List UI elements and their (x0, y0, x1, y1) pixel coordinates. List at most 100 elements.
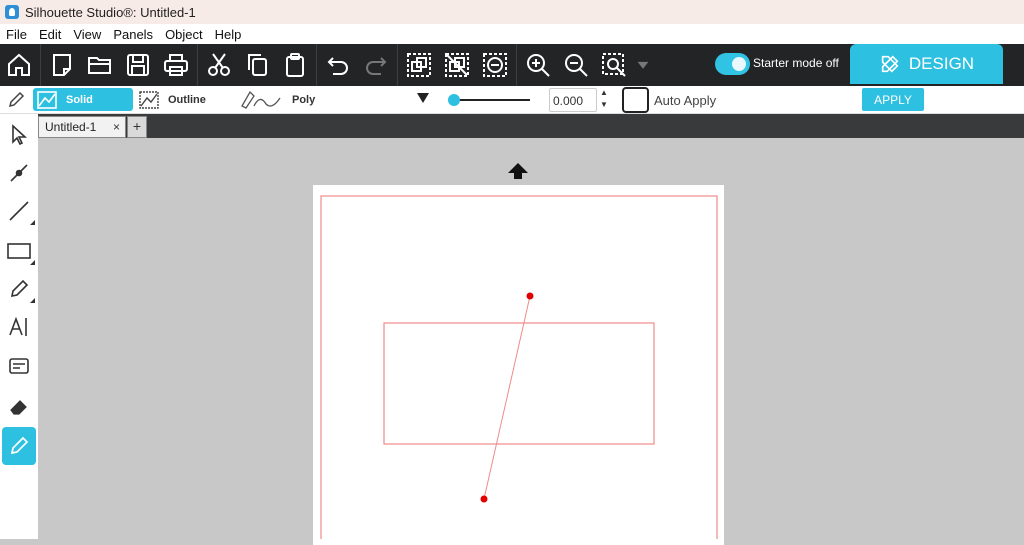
thickness-slider-track[interactable] (450, 99, 530, 101)
toolbar-divider (40, 44, 41, 86)
knife-icon (10, 436, 29, 455)
zoom-in-icon (527, 54, 550, 77)
print-button[interactable] (157, 44, 195, 86)
design-page[interactable] (313, 185, 724, 545)
print-icon (164, 54, 188, 76)
redo-icon (366, 57, 387, 75)
toolbar-divider (397, 44, 398, 86)
paste-icon (286, 53, 304, 77)
thickness-input[interactable]: 0.000 (549, 88, 597, 112)
group-button[interactable] (400, 44, 438, 86)
design-icon (881, 55, 899, 73)
eraser-icon (10, 400, 27, 415)
menu-edit[interactable]: Edit (33, 27, 67, 42)
starter-mode-label: Starter mode off (753, 56, 839, 70)
zoom-fit-button[interactable] (595, 44, 633, 86)
text-icon (9, 316, 27, 336)
submenu-indicator (30, 220, 35, 225)
line-style-dropdown[interactable] (417, 93, 429, 103)
apply-button[interactable]: APPLY (862, 88, 924, 111)
toolbar-divider (516, 44, 517, 86)
text-style-tool[interactable] (2, 350, 36, 384)
thickness-stepper[interactable]: ▲ ▼ (598, 87, 610, 113)
new-tab-button[interactable]: + (127, 116, 147, 138)
submenu-indicator (30, 260, 35, 265)
undo-icon (327, 57, 348, 75)
new-document-icon (53, 54, 71, 76)
page-orientation-arrow-icon (508, 163, 528, 179)
shape-tool[interactable] (2, 234, 36, 268)
open-folder-icon (88, 57, 111, 74)
outline-label: Outline (168, 93, 206, 106)
outline-button[interactable]: Outline (138, 88, 206, 111)
copy-button[interactable] (238, 44, 276, 86)
rectangle-icon (7, 243, 31, 259)
point-edit-tool[interactable] (2, 156, 36, 190)
poly-icon (241, 90, 281, 109)
home-icon (8, 53, 30, 76)
solid-button[interactable]: Solid (33, 88, 133, 111)
text-box-icon (9, 358, 29, 374)
thickness-slider-thumb[interactable] (448, 94, 460, 106)
ungroup-icon (445, 53, 469, 77)
line-tool[interactable] (2, 194, 36, 228)
zoom-dropdown[interactable] (633, 44, 653, 86)
paste-button[interactable] (276, 44, 314, 86)
app-logo-icon (5, 5, 19, 19)
tab-design[interactable]: DESIGN (850, 44, 1003, 84)
save-icon (127, 54, 149, 76)
starter-mode-toggle[interactable] (715, 53, 750, 75)
chevron-down-icon (637, 61, 649, 69)
window-title: Silhouette Studio®: Untitled-1 (25, 4, 196, 20)
submenu-indicator (30, 298, 35, 303)
knife-tool[interactable] (2, 427, 36, 465)
group-icon (407, 53, 431, 77)
cut-icon (208, 53, 230, 76)
solid-line-icon (37, 90, 57, 109)
select-tool[interactable] (2, 118, 36, 152)
undo-button[interactable] (319, 44, 357, 86)
menu-bar: File Edit View Panels Object Help (0, 24, 1024, 44)
home-button[interactable] (0, 44, 38, 86)
poly-button[interactable]: Poly (240, 88, 315, 111)
close-icon[interactable]: × (113, 120, 120, 134)
auto-apply-label: Auto Apply (654, 93, 717, 108)
ungroup-button[interactable] (438, 44, 476, 86)
tab-untitled-1[interactable]: Untitled-1 × (38, 116, 126, 138)
tab-design-label: DESIGN (908, 54, 975, 73)
draw-tool[interactable] (2, 272, 36, 306)
zoom-in-button[interactable] (519, 44, 557, 86)
menu-help[interactable]: Help (209, 27, 248, 42)
new-document-button[interactable] (43, 44, 81, 86)
toolbar-divider (316, 44, 317, 86)
pencil-icon (10, 279, 29, 298)
toolbar-divider (197, 44, 198, 86)
eraser-tool[interactable] (2, 390, 36, 424)
menu-object[interactable]: Object (159, 27, 209, 42)
menu-panels[interactable]: Panels (107, 27, 159, 42)
weld-button[interactable] (476, 44, 514, 86)
poly-label: Poly (292, 93, 316, 106)
auto-apply-checkbox[interactable] (622, 87, 649, 113)
point-edit-icon (10, 164, 28, 182)
save-button[interactable] (119, 44, 157, 86)
line-icon (9, 201, 29, 221)
redo-button[interactable] (357, 44, 395, 86)
zoom-fit-icon (602, 53, 626, 77)
pointer-icon (12, 124, 28, 146)
solid-label: Solid (66, 93, 93, 106)
open-button[interactable] (81, 44, 119, 86)
zoom-out-icon (565, 54, 588, 77)
zoom-out-button[interactable] (557, 44, 595, 86)
cut-button[interactable] (200, 44, 238, 86)
pen-icon (8, 91, 25, 108)
copy-icon (248, 54, 267, 76)
outline-icon (139, 90, 159, 109)
menu-view[interactable]: View (67, 27, 107, 42)
text-tool[interactable] (2, 310, 36, 344)
document-tab-strip (38, 114, 1024, 138)
title-bar: Silhouette Studio®: Untitled-1 (0, 0, 1024, 24)
menu-file[interactable]: File (0, 27, 33, 42)
weld-icon (483, 53, 507, 77)
tab-label: Untitled-1 (45, 120, 97, 134)
